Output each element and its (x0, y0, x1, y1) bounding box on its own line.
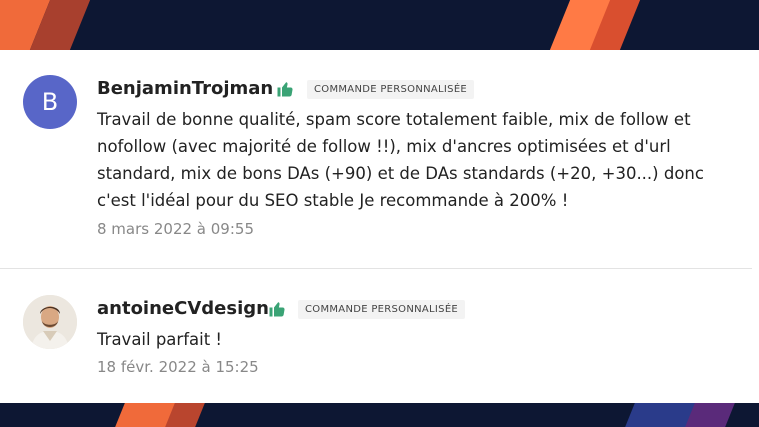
review-text-line: standard, mix de bons DAs (+90) et de DA… (97, 164, 704, 183)
review-text: Travail de bonne qualité, spam score tot… (97, 106, 704, 214)
order-type-badge: COMMANDE PERSONNALISÉE (307, 80, 475, 99)
avatar-initial: B (41, 88, 59, 116)
order-type-badge: COMMANDE PERSONNALISÉE (298, 300, 466, 319)
review-date: 18 févr. 2022 à 15:25 (97, 358, 259, 376)
review-text-line: nofollow (avec majorité de follow !!), m… (97, 137, 671, 156)
thumbs-up-icon (277, 82, 293, 97)
review-item: B BenjaminTrojman COMMANDE PERSONNALISÉE… (0, 50, 759, 268)
review-text-line: Travail de bonne qualité, spam score tot… (97, 110, 691, 129)
avatar[interactable]: B (23, 75, 77, 129)
review-text: Travail parfait ! (97, 326, 222, 353)
reviewer-name[interactable]: antoineCVdesign (97, 298, 269, 319)
avatar-photo-icon (23, 295, 77, 349)
review-item: antoineCVdesign COMMANDE PERSONNALISÉE T… (0, 270, 759, 403)
review-divider (0, 268, 752, 269)
review-text-line: c'est l'idéal pour du SEO stable Je reco… (97, 191, 569, 210)
review-text-line: Travail parfait ! (97, 330, 223, 349)
thumbs-up-icon (269, 302, 285, 317)
reviewer-name[interactable]: BenjaminTrojman (97, 78, 273, 99)
avatar[interactable] (23, 295, 77, 349)
reviews-card: B BenjaminTrojman COMMANDE PERSONNALISÉE… (0, 50, 759, 403)
review-date: 8 mars 2022 à 09:55 (97, 220, 254, 238)
